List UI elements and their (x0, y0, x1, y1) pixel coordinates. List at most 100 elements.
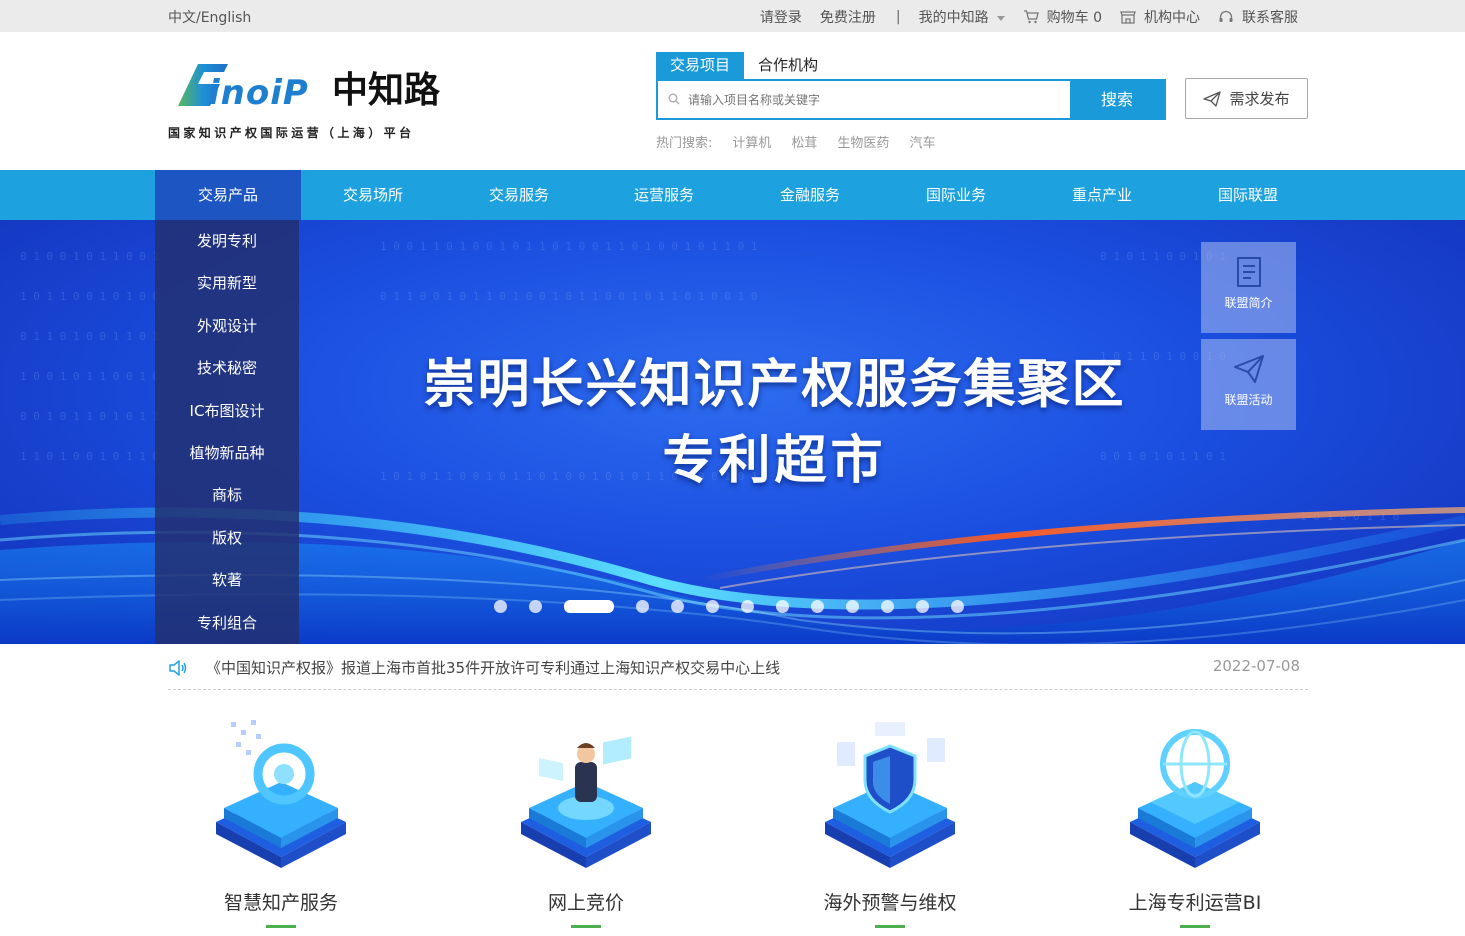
contact-label: 联系客服 (1242, 10, 1298, 26)
service-label: 上海专利运营BI (1128, 892, 1262, 914)
carousel-dot[interactable] (916, 599, 929, 613)
news-ticker: 《中国知识产权报》报道上海市首批35件开放许可专利通过上海知识产权交易中心上线 … (168, 656, 1308, 690)
hot-searches: 热门搜索: 计算机 松茸 生物医药 汽车 (656, 132, 935, 151)
send-icon (1203, 90, 1222, 107)
tab-projects[interactable]: 交易项目 (656, 52, 745, 79)
service-online-auction[interactable]: 网上竞价 (471, 712, 701, 936)
nav-item-trade-services[interactable]: 交易服务 (446, 170, 592, 220)
nav-item-products[interactable]: 交易产品 (155, 170, 301, 220)
separator: | (895, 9, 901, 25)
carousel-dot[interactable] (706, 599, 719, 613)
alliance-events-label: 联盟活动 (1224, 393, 1273, 407)
headset-icon (1219, 10, 1233, 22)
svg-text:1 0 1 1 0 0 1 0 1 0 0: 1 0 1 1 0 0 1 0 1 0 0 (20, 290, 159, 303)
alliance-intro-label: 联盟简介 (1224, 296, 1273, 310)
nav-item-operation-services[interactable]: 运营服务 (591, 170, 737, 220)
carousel-dot[interactable] (671, 599, 684, 613)
dropdown-item-copyright[interactable]: 版权 (155, 517, 299, 559)
speaker-icon (169, 660, 187, 676)
logo-cn-name: 中知路 (332, 69, 441, 111)
carousel-dot[interactable] (636, 599, 649, 613)
document-icon (1236, 257, 1261, 287)
carousel-dot[interactable] (741, 599, 754, 613)
carousel-dot[interactable] (494, 599, 507, 613)
org-center-label: 机构中心 (1144, 10, 1200, 26)
dropdown-item-plant-variety[interactable]: 植物新品种 (155, 432, 299, 474)
carousel-dot[interactable] (529, 599, 542, 613)
svg-text:inoiP: inoiP (208, 73, 309, 113)
contact-link[interactable]: 联系客服 (1218, 7, 1298, 27)
carousel-dot[interactable] (951, 599, 964, 613)
svg-text:1 0 0 1 1 0 1 0 0 1 0 1 1 0 1: 1 0 0 1 1 0 1 0 0 1 0 1 1 0 1 0 0 1 1 0 … (380, 240, 758, 253)
org-center-link[interactable]: 机构中心 (1120, 7, 1200, 27)
nav-item-alliance[interactable]: 国际联盟 (1175, 170, 1321, 220)
top-bar-links: 请登录 免费注册 | 我的中知路 购物车 0 机构中心 联系客服 (760, 7, 1298, 27)
hot-search-label: 热门搜索: (656, 136, 713, 151)
service-underline (571, 925, 601, 928)
logo-mark: inoiP 中知路 (178, 64, 441, 113)
service-label: 海外预警与维权 (823, 892, 957, 914)
site-logo[interactable]: inoiP 中知路 国家知识产权国际运营（上海）平台 (168, 58, 448, 142)
logo-subtitle: 国家知识产权国际运营（上海）平台 (168, 126, 415, 140)
svg-text:0 1 1 0 0 1 0 1 1 0 1 0 0 1 0: 0 1 1 0 0 1 0 1 1 0 1 0 0 1 0 1 1 0 0 1 … (380, 290, 758, 303)
hot-search-term[interactable]: 松茸 (791, 132, 817, 151)
search-tabs: 交易项目 合作机构 (656, 52, 832, 79)
store-icon (1120, 11, 1136, 24)
shield-illustration-icon (825, 722, 955, 868)
carousel-dot-active[interactable] (564, 599, 614, 613)
service-underline (266, 925, 296, 928)
nav-item-venues[interactable]: 交易场所 (300, 170, 446, 220)
search-button[interactable]: 搜索 (1070, 81, 1164, 118)
tab-institutions[interactable]: 合作机构 (744, 52, 832, 79)
hot-search-term[interactable]: 汽车 (909, 132, 935, 151)
register-link[interactable]: 免费注册 (820, 7, 876, 27)
service-underline (875, 925, 905, 928)
language-switch[interactable]: 中文/English (168, 7, 251, 27)
cart-icon (1023, 10, 1039, 24)
dropdown-item-design[interactable]: 外观设计 (155, 305, 299, 347)
send-icon (1233, 355, 1264, 383)
service-label: 网上竞价 (547, 892, 624, 914)
alliance-events-card[interactable]: 联盟活动 (1201, 339, 1296, 430)
my-account-link[interactable]: 我的中知路 (919, 7, 1005, 27)
news-headline[interactable]: 《中国知识产权报》报道上海市首批35件开放许可专利通过上海知识产权交易中心上线 (206, 657, 780, 678)
service-patent-bi[interactable]: 上海专利运营BI (1080, 712, 1310, 936)
dropdown-item-software[interactable]: 软著 (155, 559, 299, 601)
hot-search-term[interactable]: 计算机 (732, 132, 771, 151)
dropdown-item-trademark[interactable]: 商标 (155, 474, 299, 516)
service-smart-ip[interactable]: 智慧知产服务 (166, 712, 396, 936)
search-input[interactable] (658, 81, 1072, 118)
publish-label: 需求发布 (1229, 90, 1290, 108)
products-dropdown: 发明专利 实用新型 外观设计 技术秘密 IC布图设计 植物新品种 商标 版权 软… (155, 220, 299, 644)
dropdown-item-ic-layout[interactable]: IC布图设计 (155, 390, 299, 432)
carousel-dot[interactable] (776, 599, 789, 613)
smart-ip-illustration-icon (216, 720, 346, 868)
top-bar: 中文/English 请登录 免费注册 | 我的中知路 购物车 0 机构中心 联… (0, 0, 1465, 32)
dropdown-item-trade-secret[interactable]: 技术秘密 (155, 347, 299, 389)
search-box: 搜索 (656, 79, 1166, 120)
main-nav: 交易产品 交易场所 交易服务 运营服务 金融服务 国际业务 重点产业 国际联盟 (0, 170, 1465, 220)
nav-item-industries[interactable]: 重点产业 (1029, 170, 1175, 220)
dropdown-item-patent-portfolio[interactable]: 专利组合 (155, 602, 299, 644)
carousel-dot[interactable] (881, 599, 894, 613)
cart-link[interactable]: 购物车 0 (1023, 7, 1102, 27)
online-auction-illustration-icon (521, 736, 651, 868)
globe-illustration-icon (1130, 729, 1260, 868)
service-label: 智慧知产服务 (223, 892, 338, 914)
chevron-down-icon (996, 15, 1005, 21)
publish-demand-button[interactable]: 需求发布 (1185, 78, 1308, 119)
svg-text:0 1 0 0 1 0 1 1 0 0 1: 0 1 0 0 1 0 1 1 0 0 1 (20, 250, 159, 263)
dropdown-item-invention-patent[interactable]: 发明专利 (155, 220, 299, 262)
dropdown-item-utility-model[interactable]: 实用新型 (155, 262, 299, 304)
hot-search-term[interactable]: 生物医药 (837, 132, 889, 151)
news-date: 2022-07-08 (1212, 657, 1300, 675)
alliance-intro-card[interactable]: 联盟简介 (1201, 242, 1296, 333)
nav-item-international[interactable]: 国际业务 (883, 170, 1029, 220)
service-overseas-warning[interactable]: 海外预警与维权 (775, 712, 1005, 936)
carousel-dots (494, 599, 986, 613)
carousel-dot[interactable] (846, 599, 859, 613)
carousel-dot[interactable] (811, 599, 824, 613)
login-link[interactable]: 请登录 (760, 7, 802, 27)
cart-label: 购物车 0 (1046, 10, 1102, 26)
nav-item-finance[interactable]: 金融服务 (737, 170, 883, 220)
